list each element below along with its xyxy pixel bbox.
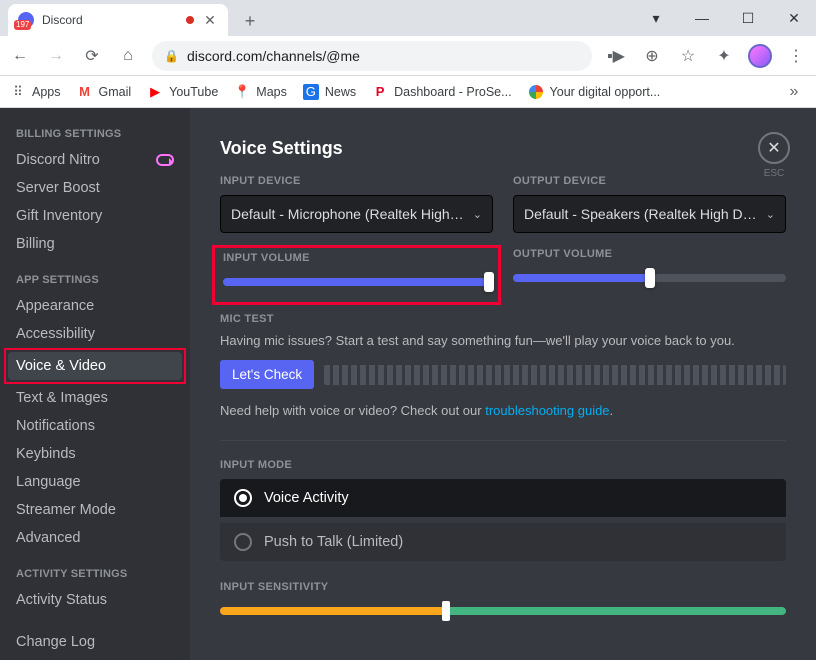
output-volume-label: OUTPUT VOLUME [513, 248, 786, 260]
sidebar-header-billing: BILLING SETTINGS [8, 122, 182, 146]
output-volume-slider[interactable] [513, 274, 786, 282]
browser-toolbar: ← → ⟳ ⌂ 🔒 discord.com/channels/@me ▪▶ ⊕ … [0, 36, 816, 76]
troubleshooting-link[interactable]: troubleshooting guide [485, 403, 609, 418]
url-text: discord.com/channels/@me [187, 48, 360, 64]
forward-button[interactable]: → [44, 44, 68, 68]
sidebar-header-activity: ACTIVITY SETTINGS [8, 562, 182, 586]
address-bar[interactable]: 🔒 discord.com/channels/@me [152, 41, 592, 71]
sidebar-item-text-images[interactable]: Text & Images [8, 384, 182, 412]
sidebar-item-keybinds[interactable]: Keybinds [8, 440, 182, 468]
esc-label: ESC [758, 168, 790, 179]
reload-button[interactable]: ⟳ [80, 44, 104, 68]
input-volume-slider[interactable] [223, 278, 490, 286]
output-device-select[interactable]: Default - Speakers (Realtek High Definit… [513, 195, 786, 233]
account-chevron-icon[interactable]: ▾ [642, 4, 670, 32]
profile-avatar[interactable] [748, 44, 772, 68]
bookmark-maps[interactable]: 📍Maps [234, 84, 287, 100]
sidebar-item-language[interactable]: Language [8, 468, 182, 496]
chevron-down-icon: ⌄ [473, 208, 482, 221]
input-sensitivity-label: INPUT SENSITIVITY [220, 581, 786, 593]
slider-thumb[interactable] [645, 268, 655, 288]
input-mode-voice-activity[interactable]: Voice Activity [220, 479, 786, 517]
bookmark-apps[interactable]: ⠿Apps [10, 84, 61, 100]
bookmark-gmail[interactable]: MGmail [77, 84, 132, 100]
output-device-value: Default - Speakers (Realtek High Definit… [524, 206, 760, 222]
sidebar-item-billing[interactable]: Billing [8, 230, 182, 258]
chevron-down-icon: ⌄ [766, 208, 775, 221]
sidebar-item-gift[interactable]: Gift Inventory [8, 202, 182, 230]
radio-icon [234, 533, 252, 551]
settings-sidebar: BILLING SETTINGS Discord Nitro Server Bo… [0, 108, 190, 660]
browser-tab[interactable]: 197 Discord ✕ [8, 4, 228, 36]
input-sensitivity-slider[interactable] [220, 607, 786, 615]
home-button[interactable]: ⌂ [116, 44, 140, 68]
bookmark-news[interactable]: GNews [303, 84, 356, 100]
sidebar-item-notifications[interactable]: Notifications [8, 412, 182, 440]
bookmarks-bar: ⠿Apps MGmail ▶YouTube 📍Maps GNews PDashb… [0, 76, 816, 108]
settings-content: ✕ ESC Voice Settings INPUT DEVICE Defaul… [190, 108, 816, 660]
tab-badge: 197 [14, 20, 31, 30]
sidebar-item-hypesquad[interactable]: HypeSquad [8, 656, 182, 660]
slider-thumb[interactable] [442, 601, 450, 621]
bookmarks-overflow-button[interactable]: » [782, 80, 806, 104]
recording-indicator-icon [186, 16, 194, 24]
lock-icon: 🔒 [164, 49, 179, 63]
output-device-label: OUTPUT DEVICE [513, 175, 786, 187]
bookmark-youtube[interactable]: ▶YouTube [147, 84, 218, 100]
sidebar-item-advanced[interactable]: Advanced [8, 524, 182, 552]
sidebar-item-voice-video[interactable]: Voice & Video [8, 352, 182, 380]
highlight-voice-video: Voice & Video [4, 348, 186, 384]
sidebar-item-streamer[interactable]: Streamer Mode [8, 496, 182, 524]
window-close-button[interactable]: ✕ [780, 4, 808, 32]
mic-level-meter [324, 365, 786, 385]
input-device-value: Default - Microphone (Realtek High Defin… [231, 206, 467, 222]
chrome-menu-button[interactable]: ⋮ [784, 44, 808, 68]
sidebar-item-changelog[interactable]: Change Log [8, 628, 182, 656]
sidebar-item-activity-status[interactable]: Activity Status [8, 586, 182, 614]
bookmark-star-icon[interactable]: ☆ [676, 44, 700, 68]
highlight-input-volume: INPUT VOLUME [212, 245, 501, 305]
back-button[interactable]: ← [8, 44, 32, 68]
help-text: Need help with voice or video? Check out… [220, 403, 786, 418]
page-title: Voice Settings [220, 138, 786, 159]
input-volume-label: INPUT VOLUME [223, 252, 490, 264]
window-maximize-button[interactable]: ☐ [734, 4, 762, 32]
extensions-icon[interactable]: ✦ [712, 44, 736, 68]
discord-favicon: 197 [18, 12, 34, 28]
browser-titlebar: 197 Discord ✕ + ▾ — ☐ ✕ [0, 0, 816, 36]
sidebar-item-boost[interactable]: Server Boost [8, 174, 182, 202]
input-mode-push-to-talk[interactable]: Push to Talk (Limited) [220, 523, 786, 561]
input-device-select[interactable]: Default - Microphone (Realtek High Defin… [220, 195, 493, 233]
bookmark-digital[interactable]: Your digital opport... [528, 84, 661, 100]
mic-test-label: MIC TEST [220, 313, 786, 325]
sidebar-item-nitro[interactable]: Discord Nitro [8, 146, 182, 174]
slider-thumb[interactable] [484, 272, 494, 292]
window-minimize-button[interactable]: — [688, 4, 716, 32]
section-divider [220, 440, 786, 441]
input-mode-label: INPUT MODE [220, 459, 786, 471]
nitro-icon [156, 154, 174, 166]
mic-test-description: Having mic issues? Start a test and say … [220, 333, 786, 348]
lets-check-button[interactable]: Let's Check [220, 360, 314, 389]
bookmark-dashboard[interactable]: PDashboard - ProSe... [372, 84, 511, 100]
sidebar-item-accessibility[interactable]: Accessibility [8, 320, 182, 348]
sidebar-item-appearance[interactable]: Appearance [8, 292, 182, 320]
close-settings-button[interactable]: ✕ [758, 132, 790, 164]
camera-icon[interactable]: ▪▶ [604, 44, 628, 68]
tab-title: Discord [42, 13, 83, 27]
close-tab-button[interactable]: ✕ [202, 12, 218, 28]
radio-icon [234, 489, 252, 507]
zoom-icon[interactable]: ⊕ [640, 44, 664, 68]
new-tab-button[interactable]: + [236, 7, 264, 35]
input-device-label: INPUT DEVICE [220, 175, 493, 187]
sidebar-header-app: APP SETTINGS [8, 268, 182, 292]
